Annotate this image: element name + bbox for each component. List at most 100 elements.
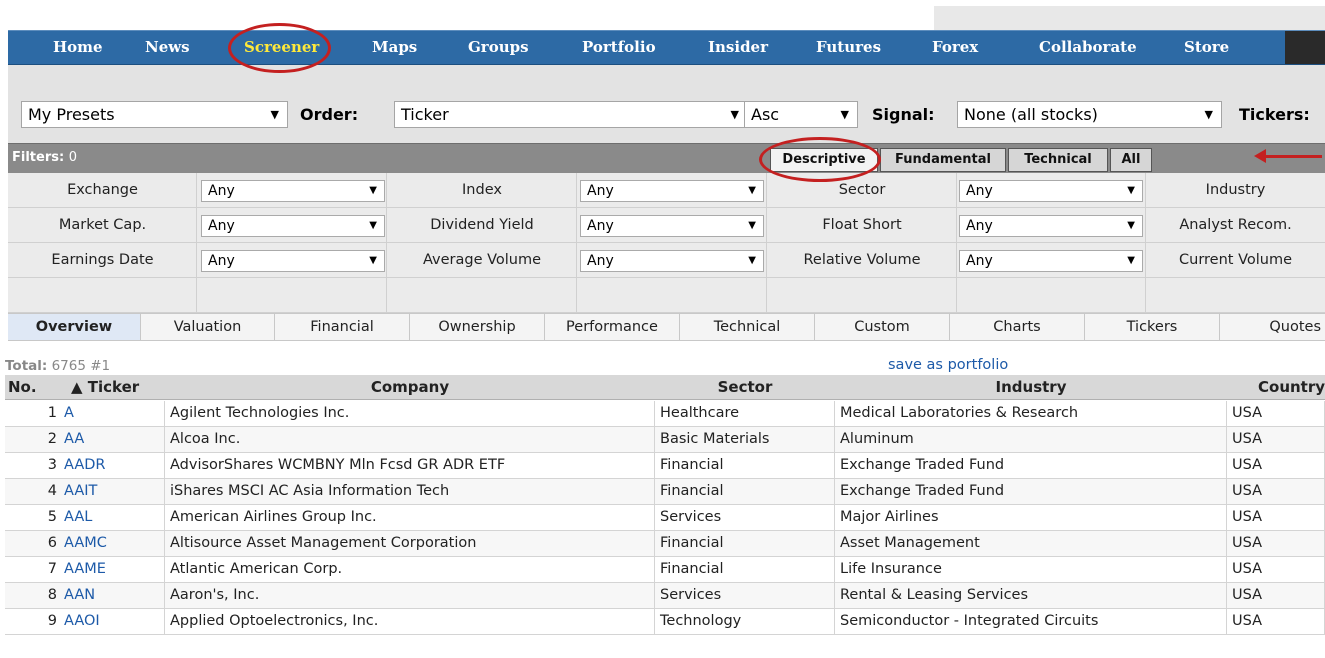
earnings-date-select[interactable]: Any ▼ — [201, 250, 385, 272]
view-tab-tickers[interactable]: Tickers — [1085, 314, 1220, 340]
table-row[interactable]: 5 AAL American Airlines Group Inc. Services… — [5, 505, 1325, 531]
cell-ticker[interactable]: A — [59, 401, 165, 426]
dropdown-arrow-icon: ▼ — [748, 185, 756, 196]
cell-no: 1 — [47, 405, 57, 421]
nav-maps[interactable]: Maps — [372, 31, 417, 64]
filter-label-relative-volume: Relative Volume — [803, 252, 921, 268]
cell-industry: Exchange Traded Fund — [835, 479, 1227, 504]
nav-portfolio[interactable]: Portfolio — [582, 31, 656, 64]
table-row[interactable]: 3 AADR AdvisorShares WCMBNY Mln Fcsd GR AD… — [5, 453, 1325, 479]
table-row[interactable]: 6 AAMC Altisource Asset Management Corpora… — [5, 531, 1325, 557]
dropdown-arrow-icon: ▼ — [369, 185, 377, 196]
total-count: Total: 6765 #1 — [5, 358, 110, 374]
cell-ticker[interactable]: AA — [59, 427, 165, 452]
cell-company: Agilent Technologies Inc. — [165, 401, 655, 426]
view-tab-ownership[interactable]: Ownership — [410, 314, 545, 340]
nav-collaborate[interactable]: Collaborate — [1039, 31, 1137, 64]
tab-descriptive[interactable]: Descriptive — [770, 148, 878, 172]
table-row[interactable]: 1 A Agilent Technologies Inc. Healthcare Med… — [5, 401, 1325, 427]
average-volume-select[interactable]: Any ▼ — [580, 250, 764, 272]
nav-news[interactable]: News — [145, 31, 190, 64]
cell-ticker[interactable]: AAL — [59, 505, 165, 530]
filter-cell — [577, 278, 767, 313]
nav-insider[interactable]: Insider — [708, 31, 768, 64]
filter-label-analyst-recom: Analyst Recom. — [1179, 217, 1292, 233]
filters-bar: Filters: 0 Descriptive Fundamental Techn… — [8, 143, 1325, 173]
dividend-yield-select[interactable]: Any ▼ — [580, 215, 764, 237]
nav-store[interactable]: Store — [1184, 31, 1229, 64]
col-header-ticker[interactable]: ▲ Ticker — [71, 375, 171, 399]
filter-label-exchange: Exchange — [67, 182, 138, 198]
results-table: No. ▲ Ticker Company Sector Industry Cou… — [5, 375, 1325, 658]
top-strip — [934, 6, 1325, 30]
col-header-industry[interactable]: Industry — [835, 375, 1227, 399]
view-tab-charts[interactable]: Charts — [950, 314, 1085, 340]
filters-label-text: Filters: — [12, 150, 65, 165]
cell-company: AdvisorShares WCMBNY Mln Fcsd GR ADR ETF — [165, 453, 655, 478]
tab-technical[interactable]: Technical — [1008, 148, 1108, 172]
table-row[interactable]: 2 AA Alcoa Inc. Basic Materials Aluminum USA — [5, 427, 1325, 453]
cell-ticker[interactable]: AAN — [59, 583, 165, 608]
view-tab-valuation[interactable]: Valuation — [141, 314, 275, 340]
nav-screener[interactable]: Screener — [244, 31, 319, 64]
view-tab-financial[interactable]: Financial — [275, 314, 410, 340]
filter-label-current-volume: Current Volume — [1179, 252, 1292, 268]
dropdown-arrow-icon: ▼ — [270, 108, 279, 121]
dropdown-arrow-icon: ▼ — [1127, 255, 1135, 266]
exchange-select[interactable]: Any ▼ — [201, 180, 385, 202]
table-row[interactable]: 4 AAIT iShares MSCI AC Asia Information Te… — [5, 479, 1325, 505]
cell-sector: Financial — [655, 557, 835, 582]
view-tab-overview[interactable]: Overview — [8, 314, 141, 340]
cell-ticker[interactable]: AAMC — [59, 531, 165, 556]
cell-no: 7 — [47, 561, 57, 577]
filter-cell — [767, 278, 957, 313]
cell-sector: Financial — [655, 531, 835, 556]
view-tab-custom[interactable]: Custom — [815, 314, 950, 340]
sector-select[interactable]: Any ▼ — [959, 180, 1143, 202]
index-select[interactable]: Any ▼ — [580, 180, 764, 202]
market-cap-select[interactable]: Any ▼ — [201, 215, 385, 237]
screener-toolbar: My Presets ▼ Order: Ticker ▼ Asc ▼ Signa… — [8, 65, 1325, 143]
cell-ticker[interactable]: AADR — [59, 453, 165, 478]
cell-industry: Rental & Leasing Services — [835, 583, 1227, 608]
cell-ticker[interactable]: AAOI — [59, 609, 165, 634]
col-header-no[interactable]: No. — [8, 375, 58, 399]
view-tab-quotes[interactable]: Quotes — [1220, 314, 1325, 340]
nav-groups[interactable]: Groups — [468, 31, 529, 64]
filter-label-index: Index — [462, 182, 502, 198]
tab-all[interactable]: All — [1110, 148, 1152, 172]
order-select[interactable]: Ticker ▼ — [394, 101, 748, 128]
col-header-company[interactable]: Company — [165, 375, 655, 399]
cell-country: USA — [1227, 583, 1325, 608]
table-row[interactable]: 9 AAOI Applied Optoelectronics, Inc. Techno… — [5, 609, 1325, 635]
view-tab-technical[interactable]: Technical — [680, 314, 815, 340]
table-row[interactable]: 8 AAN Aaron's, Inc. Services Rental & Leasin… — [5, 583, 1325, 609]
market-cap-value: Any — [208, 218, 235, 234]
total-label: Total: — [5, 358, 48, 374]
direction-select[interactable]: Asc ▼ — [744, 101, 858, 128]
signal-select[interactable]: None (all stocks) ▼ — [957, 101, 1222, 128]
relative-volume-select[interactable]: Any ▼ — [959, 250, 1143, 272]
filter-cell — [197, 278, 387, 313]
col-header-sector[interactable]: Sector — [655, 375, 835, 399]
float-short-select[interactable]: Any ▼ — [959, 215, 1143, 237]
cell-ticker[interactable]: AAIT — [59, 479, 165, 504]
filter-cell — [1146, 278, 1325, 313]
nav-futures[interactable]: Futures — [816, 31, 881, 64]
cell-country: USA — [1227, 453, 1325, 478]
tab-fundamental[interactable]: Fundamental — [880, 148, 1006, 172]
nav-home[interactable]: Home — [53, 31, 103, 64]
cell-ticker[interactable]: AAME — [59, 557, 165, 582]
presets-select[interactable]: My Presets ▼ — [21, 101, 288, 128]
table-row[interactable]: 7 AAME Atlantic American Corp. Financial Lif… — [5, 557, 1325, 583]
view-tab-performance[interactable]: Performance — [545, 314, 680, 340]
nav-forex[interactable]: Forex — [932, 31, 978, 64]
dropdown-arrow-icon: ▼ — [748, 220, 756, 231]
annotation-arrow-icon — [1254, 149, 1266, 163]
cell-sector: Financial — [655, 479, 835, 504]
cell-company: Alcoa Inc. — [165, 427, 655, 452]
save-as-portfolio-link[interactable]: save as portfolio — [888, 357, 1008, 373]
col-header-country[interactable]: Country — [1258, 375, 1325, 399]
dropdown-arrow-icon: ▼ — [369, 255, 377, 266]
filters-count: Filters: 0 — [12, 150, 77, 165]
